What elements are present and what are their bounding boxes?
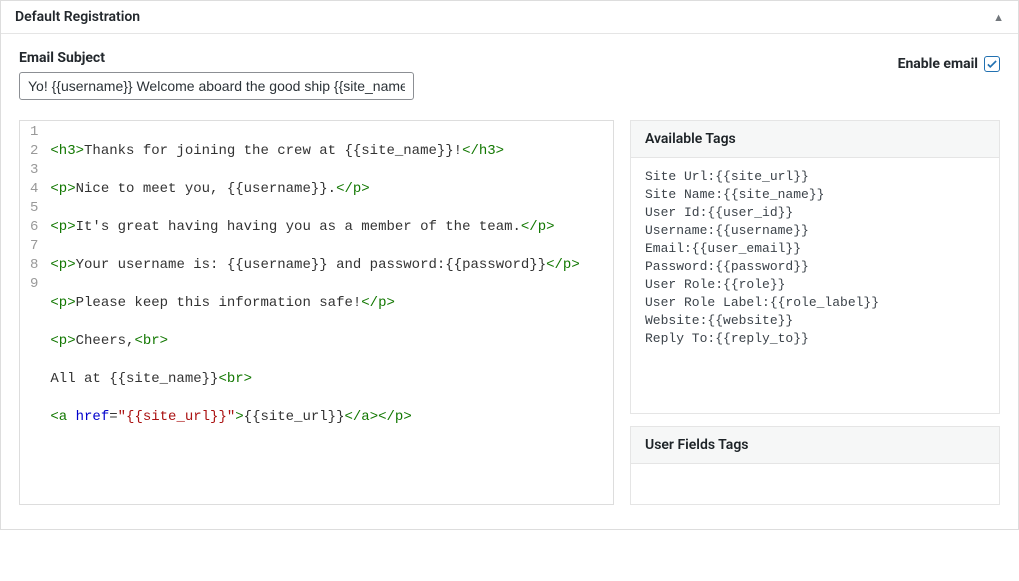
code-line: <p>Please keep this information safe!</p… — [50, 294, 579, 313]
collapse-icon[interactable]: ▲ — [993, 11, 1004, 24]
enable-email-group: Enable email — [898, 56, 1000, 72]
user-fields-section: User Fields Tags — [630, 426, 1000, 505]
panel-body: Email Subject Enable email 1 2 3 4 5 6 — [1, 34, 1018, 529]
tag-item[interactable]: Website:{{website}} — [645, 312, 985, 330]
available-tags-heading: Available Tags — [631, 121, 999, 158]
tag-item[interactable]: Password:{{password}} — [645, 258, 985, 276]
html-editor[interactable]: 1 2 3 4 5 6 7 8 9 <h3>Thanks for joining… — [19, 120, 614, 505]
available-tags-body: Site Url:{{site_url}} Site Name:{{site_n… — [631, 158, 999, 413]
main-row: 1 2 3 4 5 6 7 8 9 <h3>Thanks for joining… — [19, 120, 1000, 505]
settings-panel: Default Registration ▲ Email Subject Ena… — [0, 0, 1019, 530]
check-icon — [986, 58, 998, 70]
code-line: All at {{site_name}}<br> — [50, 370, 579, 389]
tag-item[interactable]: User Role Label:{{role_label}} — [645, 294, 985, 312]
code-line: <p>Cheers,<br> — [50, 332, 579, 351]
available-tags-section: Available Tags Site Url:{{site_url}} Sit… — [630, 120, 1000, 414]
tag-item[interactable]: User Role:{{role}} — [645, 276, 985, 294]
user-fields-heading: User Fields Tags — [631, 427, 999, 464]
code-line: <p>It's great having having you as a mem… — [50, 218, 579, 237]
tag-item[interactable]: Site Name:{{site_name}} — [645, 186, 985, 204]
code-line: <p>Your username is: {{username}} and pa… — [50, 256, 579, 275]
user-fields-body — [631, 464, 999, 504]
enable-email-label: Enable email — [898, 56, 978, 72]
top-row: Email Subject Enable email — [19, 50, 1000, 100]
code-line: <a href="{{site_url}}">{{site_url}}</a><… — [50, 408, 579, 427]
tag-item[interactable]: Site Url:{{site_url}} — [645, 168, 985, 186]
email-subject-input[interactable] — [19, 72, 414, 100]
email-subject-label: Email Subject — [19, 50, 414, 66]
tag-item[interactable]: Email:{{user_email}} — [645, 240, 985, 258]
tag-item[interactable]: Username:{{username}} — [645, 222, 985, 240]
line-gutter: 1 2 3 4 5 6 7 8 9 — [20, 121, 44, 504]
tag-item[interactable]: Reply To:{{reply_to}} — [645, 330, 985, 348]
email-subject-group: Email Subject — [19, 50, 414, 100]
panel-header[interactable]: Default Registration ▲ — [1, 1, 1018, 34]
enable-email-checkbox[interactable] — [984, 56, 1000, 72]
tags-sidebar: Available Tags Site Url:{{site_url}} Sit… — [630, 120, 1000, 505]
code-line: <p>Nice to meet you, {{username}}.</p> — [50, 180, 579, 199]
code-line: <h3>Thanks for joining the crew at {{sit… — [50, 142, 579, 161]
code-area[interactable]: <h3>Thanks for joining the crew at {{sit… — [44, 121, 585, 504]
tag-item[interactable]: User Id:{{user_id}} — [645, 204, 985, 222]
panel-title: Default Registration — [15, 9, 140, 25]
